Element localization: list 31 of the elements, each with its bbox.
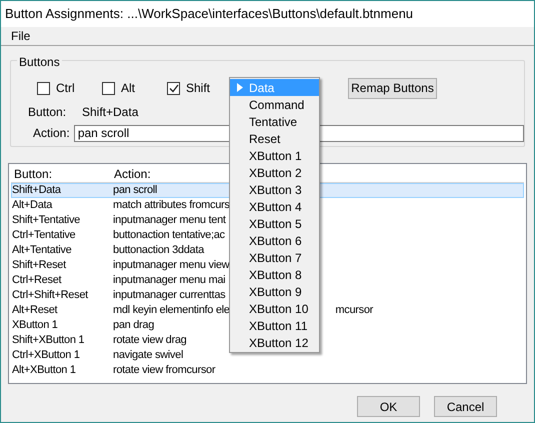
- table-cell-text: Shift+XButton 1: [12, 334, 86, 347]
- table-cell-text: Ctrl+XButton 1: [12, 349, 81, 362]
- table-cell: pan drag: [113, 319, 154, 332]
- action-label: Action:: [33, 125, 71, 142]
- table-cell-text: Shift+Reset: [12, 259, 68, 272]
- table-cell: mdl keyin elementinfo ele: [113, 304, 230, 317]
- table-cell: mcursor: [335, 304, 373, 317]
- table-cell: navigate swivel: [113, 349, 184, 362]
- table-cell-text: Shift+Tentative: [12, 214, 81, 227]
- button-value: Shift+Data: [82, 104, 138, 120]
- window-title: Button Assignments: ...\WorkSpace\interfaces\Buttons\default.btnmenu: [5, 5, 414, 24]
- table-cell: buttonaction tentative;ac: [113, 229, 225, 242]
- table-cell-text: Shift+Data: [12, 184, 62, 197]
- table-cell: rotate view fromcursor: [113, 364, 216, 377]
- table-cell: pan scroll: [113, 184, 158, 197]
- table-cell: inputmanager currenttas: [113, 289, 226, 302]
- table-cell: buttonaction 3ddata: [113, 244, 204, 257]
- table-cell: inputmanager menu tent: [113, 214, 226, 227]
- table-cell: rotate view drag: [113, 334, 186, 347]
- table-cell: inputmanager menu mai: [113, 274, 226, 287]
- table-cell-text: Ctrl+Reset: [12, 274, 62, 287]
- button-label: Button:: [28, 104, 68, 120]
- table-cell-text: Alt+Tentative: [12, 244, 72, 257]
- table-cell-text: XButton 1: [12, 319, 59, 332]
- table-cell: inputmanager menu view: [113, 259, 230, 272]
- table-cell-text: Ctrl+Shift+Reset: [12, 289, 90, 302]
- table-cell-text: Alt+Reset: [12, 304, 58, 317]
- table-cell-text: Ctrl+Tentative: [12, 229, 76, 242]
- table-cell-text: Alt+Data: [12, 199, 54, 212]
- table-cell-text: Alt+XButton 1: [12, 364, 77, 377]
- table-cell: match attributes fromcurs: [113, 199, 230, 212]
